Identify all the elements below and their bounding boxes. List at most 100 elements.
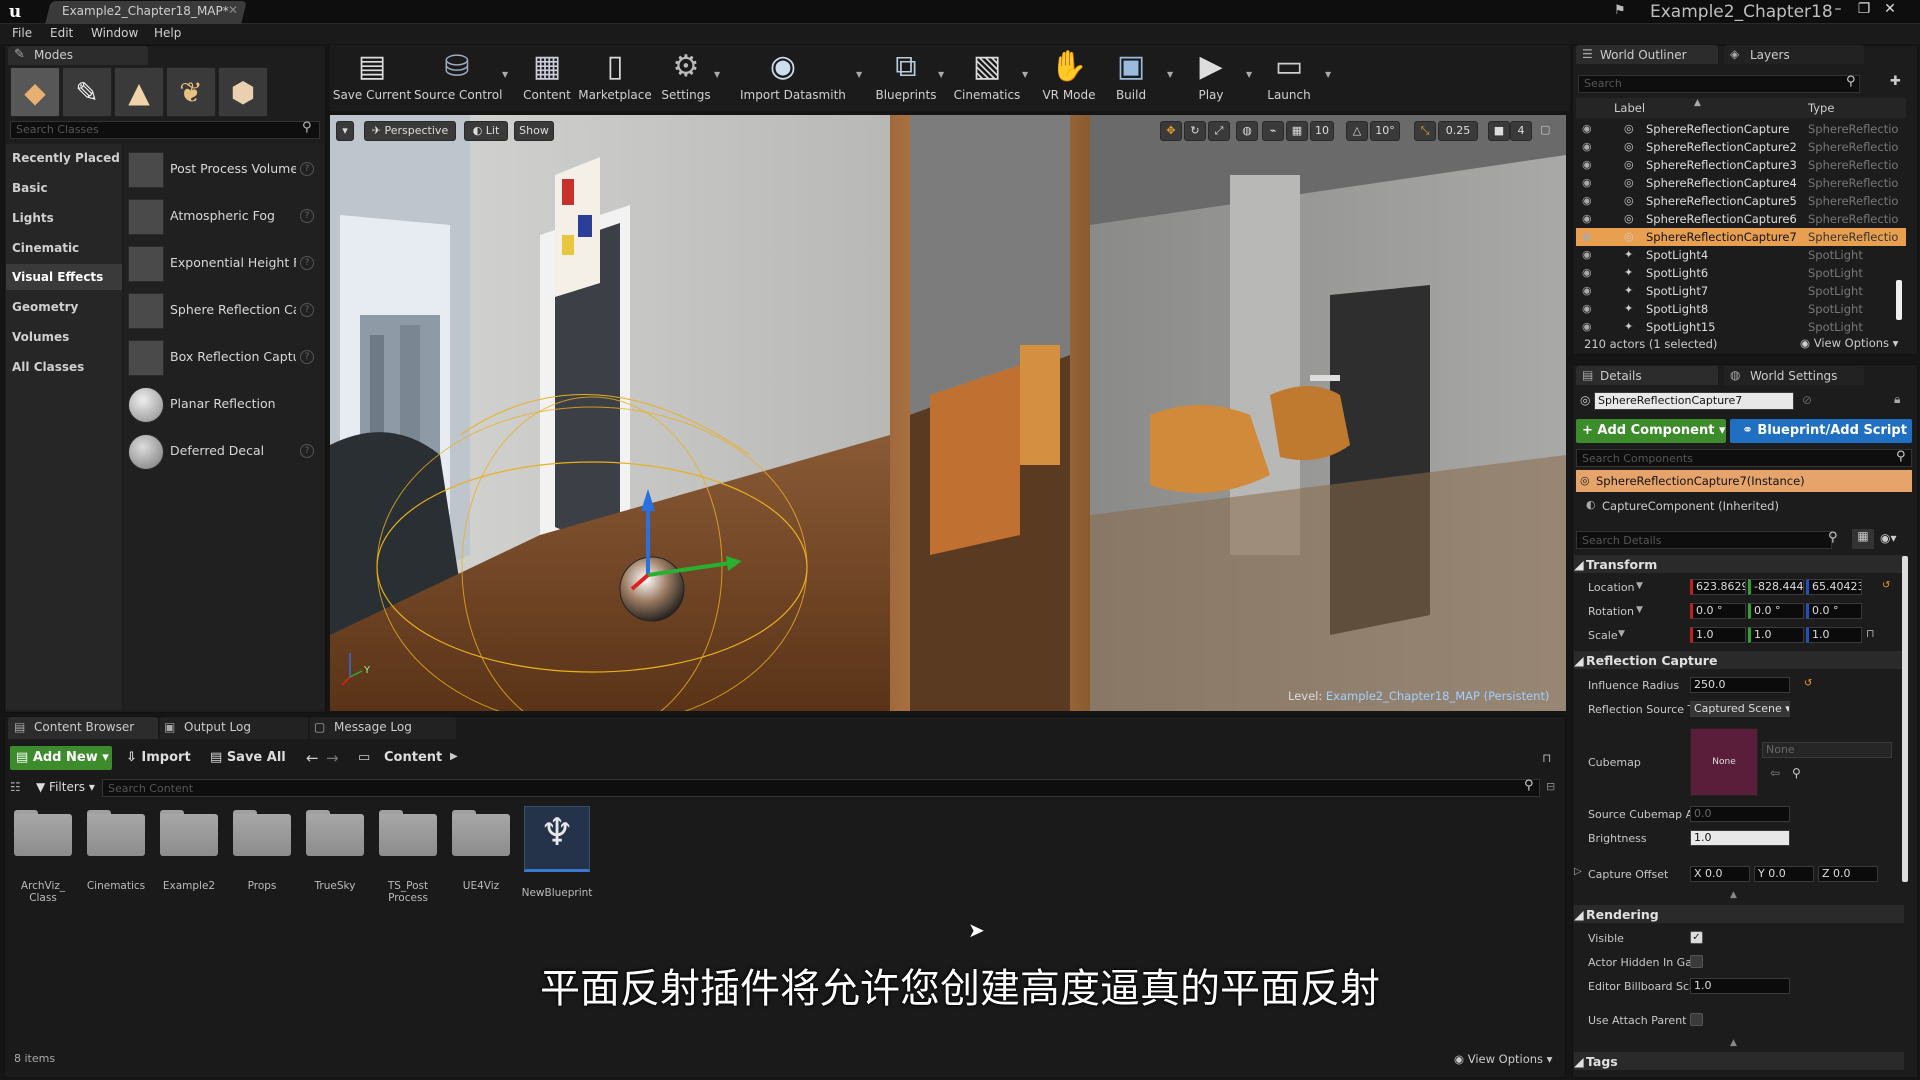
reset-arrow-icon[interactable]: ↺: [1804, 678, 1812, 689]
rotation-z-field[interactable]: 0.0 °: [1806, 603, 1862, 619]
path-content[interactable]: Content: [384, 750, 442, 765]
modes-tab[interactable]: [8, 46, 148, 65]
folder-icon[interactable]: [379, 814, 437, 856]
actor-name-field[interactable]: SphereReflectionCapture7: [1594, 392, 1794, 410]
eye-icon[interactable]: ◉▾: [1880, 531, 1897, 545]
help-icon[interactable]: ?: [300, 350, 314, 364]
rotation-snap-icon[interactable]: △: [1346, 121, 1368, 141]
capture-offset-y-field[interactable]: Y 0.0: [1754, 866, 1814, 882]
close-window-button[interactable]: ✕: [1877, 0, 1903, 20]
translate-tool-icon[interactable]: ✥: [1160, 121, 1182, 141]
chevron-down-icon[interactable]: ▼: [1618, 629, 1625, 639]
visibility-eye-icon[interactable]: ◉: [1582, 320, 1592, 333]
lock-icon[interactable]: ⊓: [1542, 751, 1551, 765]
scale-snap-icon[interactable]: ⤡: [1414, 121, 1436, 141]
location-z-field[interactable]: 65.40423: [1806, 579, 1862, 595]
rotate-tool-icon[interactable]: ↻: [1184, 121, 1206, 141]
level-viewport[interactable]: Y: [330, 115, 1566, 711]
forward-arrow-icon[interactable]: →: [326, 749, 339, 767]
add-filter-icon[interactable]: ✚: [1890, 74, 1901, 89]
camera-speed-icon[interactable]: ■: [1488, 121, 1510, 141]
scale-z-field[interactable]: 1.0: [1806, 627, 1862, 643]
scale-snap-value[interactable]: 0.25: [1438, 121, 1478, 141]
close-tab-icon[interactable]: ✕: [228, 3, 238, 17]
visibility-eye-icon[interactable]: ◉: [1582, 194, 1592, 207]
capture-offset-x-field[interactable]: X 0.0: [1690, 866, 1750, 882]
chevron-down-icon[interactable]: ▼: [938, 70, 944, 79]
location-y-field[interactable]: -828.444: [1748, 579, 1804, 595]
show-button[interactable]: Show: [514, 121, 554, 141]
tags-section-header[interactable]: [1574, 1052, 1904, 1070]
help-icon[interactable]: ?: [300, 444, 314, 458]
sources-toggle-icon[interactable]: ☷: [10, 780, 21, 794]
details-scrollbar[interactable]: [1902, 556, 1908, 882]
details-tab[interactable]: [1576, 366, 1718, 385]
use-selected-arrow-icon[interactable]: ⇦: [1770, 766, 1780, 780]
help-icon[interactable]: ?: [300, 162, 314, 176]
influence-radius-field[interactable]: 250.0: [1690, 677, 1790, 693]
rotation-label[interactable]: Rotation: [1588, 605, 1634, 618]
chevron-down-icon[interactable]: ▼: [1022, 70, 1028, 79]
visibility-eye-icon[interactable]: ◉: [1582, 284, 1592, 297]
column-type[interactable]: Type: [1808, 101, 1834, 115]
visibility-eye-icon[interactable]: ◉: [1582, 122, 1592, 135]
cubemap-thumbnail[interactable]: None: [1690, 728, 1758, 796]
camera-speed-value[interactable]: 4: [1510, 121, 1532, 141]
search-icon[interactable]: ⚲: [1524, 778, 1534, 793]
lock-scale-icon[interactable]: ⊓: [1866, 627, 1875, 640]
import-button[interactable]: ⇩ Import: [126, 750, 191, 765]
expand-arrow-icon[interactable]: ▷: [1574, 866, 1582, 877]
menu-window[interactable]: Window: [91, 26, 138, 40]
folder-icon[interactable]: [452, 814, 510, 856]
add-new-button[interactable]: ▤ Add New ▾: [10, 746, 112, 770]
search-icon[interactable]: ⚲: [1828, 530, 1838, 545]
help-icon[interactable]: ?: [300, 209, 314, 223]
category-basic[interactable]: Basic: [6, 175, 122, 201]
search-content-input[interactable]: [102, 779, 1540, 797]
reflection-source-dropdown[interactable]: Captured Scene ▾: [1690, 701, 1790, 717]
folder-icon[interactable]: [306, 814, 364, 856]
source-cubemap-field[interactable]: 0.0: [1690, 806, 1790, 822]
back-arrow-icon[interactable]: ←: [306, 749, 319, 767]
rotation-x-field[interactable]: 0.0 °: [1690, 603, 1746, 619]
restore-button[interactable]: ❐: [1851, 0, 1877, 20]
chevron-down-icon[interactable]: ▼: [1636, 581, 1643, 591]
cubemap-asset-dropdown[interactable]: None: [1762, 742, 1892, 758]
visibility-eye-icon[interactable]: ◉: [1582, 212, 1592, 225]
category-visual-effects[interactable]: Visual Effects: [6, 264, 122, 290]
collapse-advanced-icon[interactable]: ▲: [1730, 890, 1737, 900]
reset-arrow-icon[interactable]: ↺: [1882, 580, 1890, 591]
link-icon[interactable]: ⊘: [1802, 393, 1812, 407]
filters-button[interactable]: ▼ Filters ▾: [36, 780, 95, 794]
path-chevron-icon[interactable]: ▶: [450, 751, 458, 762]
use-attach-parent-checkbox[interactable]: [1690, 1013, 1703, 1026]
menu-file[interactable]: File: [12, 26, 32, 40]
chevron-down-icon[interactable]: ▼: [1636, 605, 1643, 615]
menu-edit[interactable]: Edit: [50, 26, 73, 40]
scale-tool-icon[interactable]: ⤢: [1208, 121, 1230, 141]
location-label[interactable]: Location: [1588, 581, 1635, 594]
world-space-icon[interactable]: ◍: [1236, 121, 1258, 141]
menu-help[interactable]: Help: [154, 26, 181, 40]
save-search-icon[interactable]: ⊟: [1546, 780, 1555, 793]
category-recently-placed[interactable]: Recently Placed: [6, 145, 122, 171]
layers-tab[interactable]: [1724, 45, 1864, 64]
grid-snap-icon[interactable]: ▦: [1286, 121, 1308, 141]
location-x-field[interactable]: 623.8629: [1690, 579, 1746, 595]
visibility-eye-icon[interactable]: ◉: [1582, 266, 1592, 279]
category-geometry[interactable]: Geometry: [6, 294, 122, 320]
folder-icon[interactable]: [233, 814, 291, 856]
save-all-button[interactable]: ▤ Save All: [210, 750, 286, 765]
search-icon[interactable]: ⚲: [302, 120, 312, 135]
visibility-eye-icon[interactable]: ◉: [1582, 176, 1592, 189]
blueprint-add-script-button[interactable]: ⚭ Blueprint/Add Script: [1730, 419, 1912, 443]
folder-icon[interactable]: [87, 814, 145, 856]
minimize-button[interactable]: –: [1825, 0, 1851, 20]
category-cinematic[interactable]: Cinematic: [6, 235, 122, 261]
help-icon[interactable]: ?: [300, 256, 314, 270]
brightness-field[interactable]: 1.0: [1690, 830, 1790, 846]
lock-icon[interactable]: 🔒︎: [1894, 392, 1900, 407]
scale-label[interactable]: Scale: [1588, 629, 1618, 642]
add-component-button[interactable]: + Add Component ▾: [1576, 419, 1726, 443]
property-matrix-icon[interactable]: ▦: [1852, 529, 1874, 549]
